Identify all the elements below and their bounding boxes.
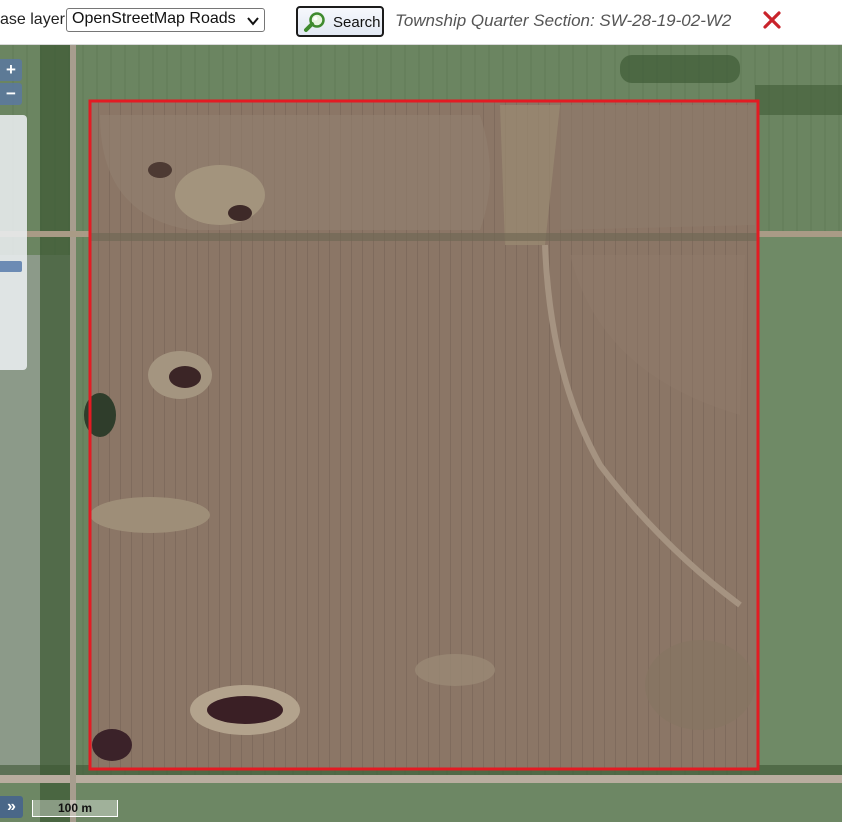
search-button[interactable]: Search [296,6,384,37]
zoom-out-button[interactable]: − [0,83,22,105]
map-view[interactable]: + − » 100 m [0,45,842,822]
base-layer-selected: OpenStreetMap Roads [72,10,236,27]
close-icon[interactable] [763,11,781,29]
search-button-label: Search [333,14,381,31]
search-icon [304,12,325,32]
expand-panel-button[interactable]: » [0,796,23,818]
zoom-in-button[interactable]: + [0,59,22,81]
scale-bar: 100 m [32,800,118,817]
satellite-imagery [0,45,842,822]
base-layer-select[interactable]: OpenStreetMap Roads [66,8,265,32]
toolbar: ase layer: OpenStreetMap Roads Search To… [0,0,842,45]
zoom-slider[interactable] [0,115,27,370]
zoom-slider-handle[interactable] [0,261,22,272]
base-layer-label: ase layer: [0,11,70,28]
quarter-section-title: Township Quarter Section: SW-28-19-02-W2 [395,11,732,30]
chevron-down-icon [247,17,259,26]
